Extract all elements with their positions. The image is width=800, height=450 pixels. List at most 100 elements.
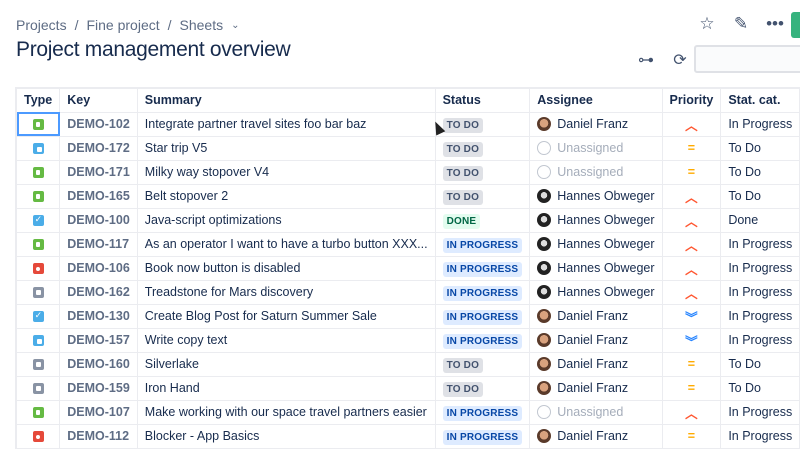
type-cell[interactable] [15, 231, 61, 257]
assignee-cell[interactable]: Hannes Obweger [529, 183, 663, 209]
key-cell[interactable]: DEMO-107 [59, 399, 138, 425]
assignee-cell[interactable]: Unassigned [529, 135, 663, 161]
type-cell[interactable] [15, 159, 61, 185]
summary-cell[interactable]: Treadstone for Mars discovery [136, 279, 436, 305]
status-cell[interactable]: TO DO [434, 111, 531, 137]
key-cell[interactable]: DEMO-162 [59, 279, 138, 305]
assignee-cell[interactable]: Daniel Franz [529, 351, 663, 377]
type-cell[interactable] [15, 351, 61, 377]
key-cell[interactable]: DEMO-106 [59, 255, 138, 281]
type-cell[interactable] [15, 279, 61, 305]
summary-cell[interactable]: Milky way stopover V4 [136, 159, 436, 185]
status-cell[interactable]: IN PROGRESS [434, 423, 531, 449]
status-category-cell[interactable]: In Progress [720, 231, 800, 257]
priority-cell[interactable]: = [661, 423, 722, 449]
type-cell[interactable] [15, 399, 61, 425]
type-cell[interactable] [15, 303, 61, 329]
priority-cell[interactable]: = [661, 135, 722, 161]
column-header[interactable]: Assignee [529, 87, 663, 113]
priority-cell[interactable]: = [661, 375, 722, 401]
column-header[interactable]: Key [59, 87, 138, 113]
status-cell[interactable]: IN PROGRESS [434, 399, 531, 425]
type-cell[interactable] [15, 111, 61, 137]
type-cell[interactable] [15, 183, 61, 209]
refresh-icon[interactable]: ⟳ [670, 50, 690, 70]
type-cell[interactable] [15, 375, 61, 401]
status-cell[interactable]: TO DO [434, 135, 531, 161]
key-cell[interactable]: DEMO-130 [59, 303, 138, 329]
status-cell[interactable]: IN PROGRESS [434, 279, 531, 305]
column-header[interactable]: Type [15, 87, 61, 113]
key-cell[interactable]: DEMO-160 [59, 351, 138, 377]
status-category-cell[interactable]: In Progress [720, 327, 800, 353]
status-category-cell[interactable]: In Progress [720, 303, 800, 329]
summary-cell[interactable]: Belt stopover 2 [136, 183, 436, 209]
table-row[interactable]: DEMO-160 Silverlake TO DO Daniel Franz =… [15, 351, 800, 377]
type-cell[interactable] [15, 327, 61, 353]
status-category-cell[interactable]: In Progress [720, 399, 800, 425]
priority-cell[interactable]: ︿ [661, 183, 722, 209]
status-cell[interactable]: IN PROGRESS [434, 231, 531, 257]
status-category-cell[interactable]: To Do [720, 375, 800, 401]
chevron-down-icon[interactable]: ⌄ [231, 20, 239, 31]
assignee-cell[interactable]: Daniel Franz [529, 111, 663, 137]
summary-cell[interactable]: Blocker - App Basics [136, 423, 436, 449]
status-category-cell[interactable]: In Progress [720, 111, 800, 137]
type-cell[interactable] [15, 255, 61, 281]
priority-cell[interactable]: ︿ [661, 111, 722, 137]
table-row[interactable]: DEMO-165 Belt stopover 2 TO DO Hannes Ob… [15, 183, 800, 209]
summary-cell[interactable]: Book now button is disabled [136, 255, 436, 281]
summary-cell[interactable]: As an operator I want to have a turbo bu… [136, 231, 436, 257]
key-cell[interactable]: DEMO-112 [59, 423, 138, 449]
key-cell[interactable]: DEMO-171 [59, 159, 138, 185]
assignee-cell[interactable]: Daniel Franz [529, 423, 663, 449]
table-row[interactable]: DEMO-107 Make working with our space tra… [15, 399, 800, 425]
priority-cell[interactable]: ︿ [661, 255, 722, 281]
summary-cell[interactable]: Iron Hand [136, 375, 436, 401]
priority-cell[interactable]: ︿ [661, 399, 722, 425]
summary-cell[interactable]: Silverlake [136, 351, 436, 377]
status-cell[interactable]: TO DO [434, 351, 531, 377]
priority-cell[interactable]: ︿ [661, 231, 722, 257]
priority-cell[interactable]: ︾ [661, 303, 722, 329]
summary-cell[interactable]: Integrate partner travel sites foo bar b… [136, 111, 436, 137]
table-row[interactable]: DEMO-106 Book now button is disabled IN … [15, 255, 800, 281]
assignee-cell[interactable]: Hannes Obweger [529, 207, 663, 233]
pencil-icon[interactable]: ✎ [731, 14, 751, 34]
status-category-cell[interactable]: To Do [720, 159, 800, 185]
assignee-cell[interactable]: Hannes Obweger [529, 255, 663, 281]
summary-cell[interactable]: Java-script optimizations [136, 207, 436, 233]
assignee-cell[interactable]: Daniel Franz [529, 303, 663, 329]
more-icon[interactable]: ••• [765, 14, 785, 34]
column-header[interactable]: Status [434, 87, 531, 113]
column-header[interactable]: Summary [136, 87, 436, 113]
status-cell[interactable]: TO DO [434, 183, 531, 209]
table-row[interactable]: DEMO-100 Java-script optimizations DONE … [15, 207, 800, 233]
type-cell[interactable] [15, 135, 61, 161]
assignee-cell[interactable]: Unassigned [529, 159, 663, 185]
status-category-cell[interactable]: In Progress [720, 255, 800, 281]
search-input[interactable] [694, 45, 800, 73]
table-row[interactable]: DEMO-117 As an operator I want to have a… [15, 231, 800, 257]
status-cell[interactable]: TO DO [434, 375, 531, 401]
table-row[interactable]: DEMO-130 Create Blog Post for Saturn Sum… [15, 303, 800, 329]
assignee-cell[interactable]: Daniel Franz [529, 327, 663, 353]
priority-cell[interactable]: ︿ [661, 279, 722, 305]
priority-cell[interactable]: = [661, 351, 722, 377]
priority-cell[interactable]: = [661, 159, 722, 185]
status-category-cell[interactable]: In Progress [720, 279, 800, 305]
assignee-cell[interactable]: Unassigned [529, 399, 663, 425]
key-cell[interactable]: DEMO-157 [59, 327, 138, 353]
status-category-cell[interactable]: To Do [720, 183, 800, 209]
breadcrumb-project[interactable]: Fine project [86, 17, 159, 33]
status-category-cell[interactable]: To Do [720, 351, 800, 377]
star-icon[interactable]: ☆ [697, 14, 717, 34]
priority-cell[interactable]: ︿ [661, 207, 722, 233]
summary-cell[interactable]: Create Blog Post for Saturn Summer Sale [136, 303, 436, 329]
status-cell[interactable]: IN PROGRESS [434, 303, 531, 329]
status-cell[interactable]: DONE [434, 207, 531, 233]
hierarchy-icon[interactable]: ⊶ [636, 50, 656, 70]
key-cell[interactable]: DEMO-117 [59, 231, 138, 257]
app-badge[interactable] [791, 12, 800, 38]
assignee-cell[interactable]: Hannes Obweger [529, 279, 663, 305]
